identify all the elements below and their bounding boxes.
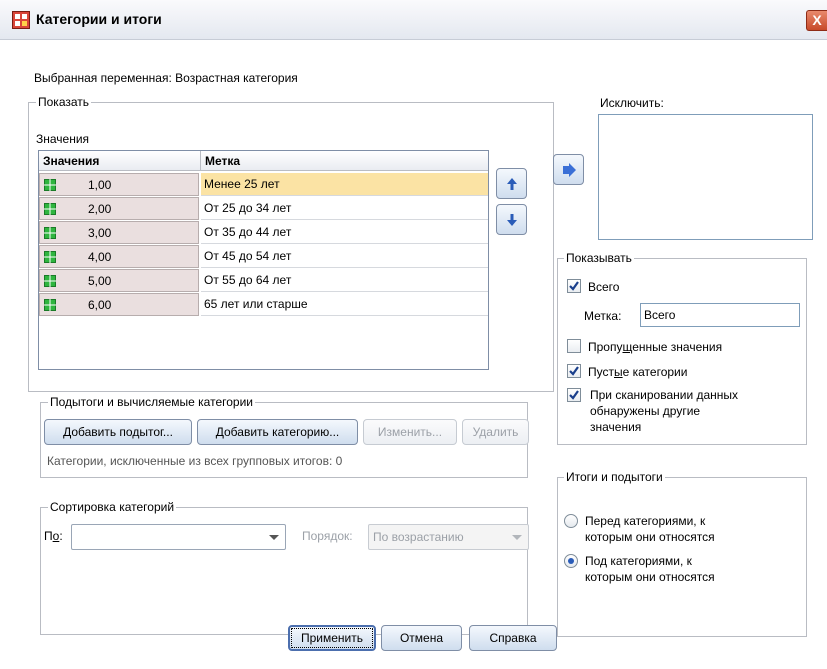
label-cell[interactable]: 65 лет или старше xyxy=(201,293,488,316)
empty-categories-checkbox[interactable] xyxy=(567,364,581,378)
before-categories-label-1: Перед категориями, к xyxy=(585,514,706,528)
edit-button[interactable]: Изменить... xyxy=(363,419,457,445)
value-cell[interactable]: 4,00 xyxy=(39,245,199,268)
chevron-down-icon xyxy=(269,535,279,540)
table-row[interactable]: 2,00 От 25 до 34 лет xyxy=(39,197,488,221)
value-cell[interactable]: 6,00 xyxy=(39,293,199,316)
value-cell[interactable]: 2,00 xyxy=(39,197,199,220)
dialog-content: Выбранная переменная: Возрастная категор… xyxy=(14,40,827,669)
value-text: 4,00 xyxy=(88,250,112,264)
arrow-down-icon xyxy=(506,213,517,226)
after-categories-radio[interactable] xyxy=(564,554,578,568)
category-grid-icon xyxy=(44,299,56,311)
exclude-list[interactable] xyxy=(598,114,813,240)
apply-button[interactable]: Применить xyxy=(288,625,376,651)
table-app-icon xyxy=(12,11,30,29)
label-cell[interactable]: От 55 до 64 лет xyxy=(201,269,488,292)
exclude-label: Исключить: xyxy=(600,96,664,110)
missing-checkbox[interactable] xyxy=(567,339,581,353)
table-row[interactable]: 5,00 От 55 до 64 лет xyxy=(39,269,488,293)
other-values-label-1: При сканировании данных xyxy=(590,388,739,402)
dialog-window: Категории и итоги X Выбранная переменная… xyxy=(0,0,827,669)
value-text: 2,00 xyxy=(88,202,112,216)
values-label: Значения xyxy=(36,132,90,146)
add-subtotal-button[interactable]: Добавить подытог... xyxy=(44,419,192,445)
before-categories-radio[interactable] xyxy=(564,514,578,528)
delete-button[interactable]: Удалить xyxy=(462,419,529,445)
add-category-button[interactable]: Добавить категорию... xyxy=(197,419,358,445)
other-values-label-3: значения xyxy=(590,420,642,434)
before-categories-label-2: которым они относятся xyxy=(585,530,715,544)
table-row[interactable]: 6,00 65 лет или старше xyxy=(39,293,488,317)
label-cell[interactable]: От 45 до 54 лет xyxy=(201,245,488,268)
order-combo[interactable]: По возрастанию xyxy=(368,524,529,550)
label-cell[interactable]: Менее 25 лет xyxy=(201,173,488,196)
sort-by-label: По: xyxy=(44,529,63,543)
checkmark-icon xyxy=(569,366,579,376)
cancel-button[interactable]: Отмена xyxy=(381,625,462,651)
selected-variable-text: Выбранная переменная: Возрастная категор… xyxy=(34,71,298,85)
missing-checkbox-label: Пропущенные значения xyxy=(588,340,723,354)
help-button[interactable]: Справка xyxy=(469,625,557,651)
move-up-button[interactable] xyxy=(496,168,527,199)
close-icon: X xyxy=(812,12,822,28)
table-row[interactable]: 3,00 От 35 до 44 лет xyxy=(39,221,488,245)
label-cell[interactable]: От 25 до 34 лет xyxy=(201,197,488,220)
total-label-prompt: Метка: xyxy=(584,309,622,323)
value-cell[interactable]: 5,00 xyxy=(39,269,199,292)
category-grid-icon xyxy=(44,251,56,263)
window-frame xyxy=(0,40,10,669)
move-down-button[interactable] xyxy=(496,204,527,235)
empty-categories-label: Пустые категории xyxy=(588,365,688,379)
value-text: 6,00 xyxy=(88,298,112,312)
after-categories-label-2: которым они относятся xyxy=(585,570,715,584)
column-header-value[interactable]: Значения xyxy=(39,151,201,171)
total-checkbox-label: Всего xyxy=(588,280,620,294)
category-grid-icon xyxy=(44,179,56,191)
order-label: Порядок: xyxy=(302,529,353,543)
value-cell[interactable]: 1,00 xyxy=(39,173,199,196)
category-grid-icon xyxy=(44,227,56,239)
show-group-label: Показать xyxy=(36,95,92,109)
category-grid-icon xyxy=(44,203,56,215)
close-button[interactable]: X xyxy=(806,10,827,31)
display-group-label: Показывать xyxy=(564,251,634,265)
arrow-right-icon xyxy=(562,162,576,177)
category-grid-icon xyxy=(44,275,56,287)
other-values-label-2: обнаружены другие xyxy=(590,404,701,418)
values-table[interactable]: Значения Метка 1,00 Менее 25 лет 2,00 От 25… xyxy=(38,150,489,370)
window-title: Категории и итоги xyxy=(36,11,162,27)
other-values-checkbox[interactable] xyxy=(567,388,581,402)
value-cell[interactable]: 3,00 xyxy=(39,221,199,244)
chevron-down-icon xyxy=(512,535,522,540)
table-row[interactable]: 4,00 От 45 до 54 лет xyxy=(39,245,488,269)
sort-by-combo[interactable] xyxy=(71,524,286,550)
after-categories-label-1: Под категориями, к xyxy=(585,554,692,568)
total-label-input[interactable]: Всего xyxy=(640,303,800,327)
value-text: 5,00 xyxy=(88,274,112,288)
totals-position-group-label: Итоги и подытоги xyxy=(564,470,665,484)
column-header-label[interactable]: Метка xyxy=(201,151,488,171)
title-bar: Категории и итоги X xyxy=(0,0,827,40)
excluded-note: Категории, исключенные из всех групповых… xyxy=(47,454,343,468)
label-cell[interactable]: От 35 до 44 лет xyxy=(201,221,488,244)
move-to-exclude-button[interactable] xyxy=(553,154,584,185)
table-row[interactable]: 1,00 Менее 25 лет xyxy=(39,173,488,197)
checkmark-icon xyxy=(569,390,579,400)
subtotals-group-label: Подытоги и вычисляемые категории xyxy=(48,395,255,409)
arrow-up-icon xyxy=(506,177,517,190)
value-text: 1,00 xyxy=(88,178,112,192)
order-value: По возрастанию xyxy=(373,530,464,544)
checkmark-icon xyxy=(569,281,579,291)
value-text: 3,00 xyxy=(88,226,112,240)
sort-group-label: Сортировка категорий xyxy=(48,500,177,514)
total-checkbox[interactable] xyxy=(567,279,581,293)
